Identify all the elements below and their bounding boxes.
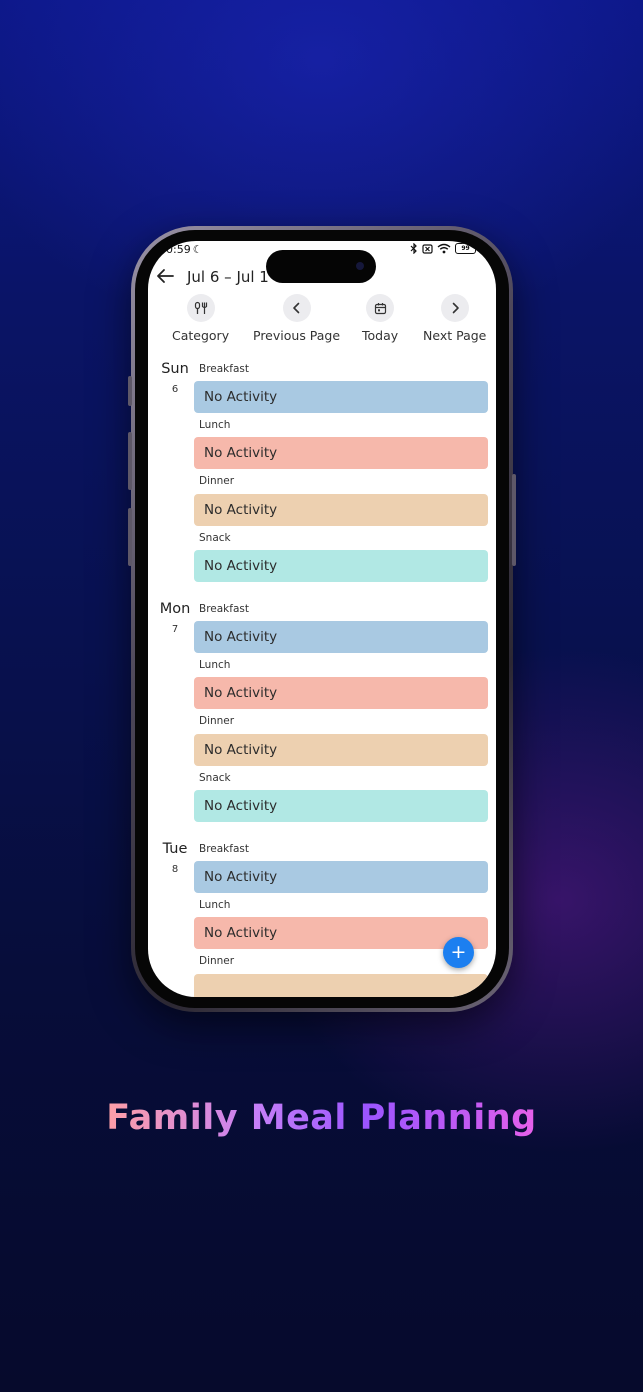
meal-card-dinner[interactable] bbox=[194, 974, 488, 997]
meal-label-snack: Snack bbox=[199, 772, 231, 784]
power-button bbox=[512, 474, 516, 566]
volume-down-button bbox=[128, 508, 132, 566]
bluetooth-icon bbox=[410, 243, 417, 254]
meal-card-snack[interactable]: No Activity bbox=[194, 550, 488, 582]
meal-card-dinner[interactable]: No Activity bbox=[194, 734, 488, 766]
back-arrow-icon[interactable] bbox=[156, 265, 174, 289]
status-icons: 99 bbox=[410, 243, 476, 254]
meal-card-lunch[interactable]: No Activity bbox=[194, 437, 488, 469]
meal-label-breakfast: Breakfast bbox=[199, 363, 249, 375]
camera-lens bbox=[356, 262, 364, 270]
action-button bbox=[128, 376, 132, 406]
meal-card-snack[interactable]: No Activity bbox=[194, 790, 488, 822]
dynamic-island bbox=[266, 250, 376, 283]
meal-card-dinner[interactable]: No Activity bbox=[194, 494, 488, 526]
meal-label-breakfast: Breakfast bbox=[199, 843, 249, 855]
marketing-caption: Family Meal Planning bbox=[0, 1098, 643, 1138]
today-button[interactable]: Today bbox=[362, 294, 398, 343]
meal-label-snack: Snack bbox=[199, 532, 231, 544]
meal-card-breakfast[interactable]: No Activity bbox=[194, 621, 488, 653]
previous-page-label: Previous Page bbox=[253, 328, 341, 343]
add-meal-button[interactable]: + bbox=[443, 937, 474, 968]
meal-label-dinner: Dinner bbox=[199, 475, 235, 487]
category-label: Category bbox=[172, 328, 230, 343]
meal-label-dinner: Dinner bbox=[199, 955, 235, 967]
category-button[interactable]: Category bbox=[172, 294, 229, 343]
today-label: Today bbox=[362, 328, 399, 343]
meal-label-lunch: Lunch bbox=[199, 659, 231, 671]
phone-frame: 0:59 ☾ 99 Jul 6 – Jul 1 Category Previou… bbox=[128, 226, 516, 1012]
day-name: Sun bbox=[161, 361, 189, 377]
meal-label-lunch: Lunch bbox=[199, 899, 231, 911]
no-sim-icon bbox=[422, 243, 433, 254]
volume-up-button bbox=[128, 432, 132, 490]
status-time: 0:59 ☾ bbox=[166, 243, 203, 256]
meal-card-breakfast[interactable]: No Activity bbox=[194, 381, 488, 413]
previous-page-button[interactable]: Previous Page bbox=[253, 294, 340, 343]
battery-level: 99 bbox=[461, 245, 470, 252]
next-page-label: Next Page bbox=[423, 328, 487, 343]
meal-label-lunch: Lunch bbox=[199, 419, 231, 431]
next-page-button[interactable]: Next Page bbox=[423, 294, 486, 343]
wifi-icon bbox=[437, 243, 451, 254]
day-name: Mon bbox=[159, 601, 191, 617]
caption-text: Family Meal Planning bbox=[106, 1098, 537, 1138]
chevron-left-icon bbox=[282, 294, 311, 322]
moon-icon: ☾ bbox=[192, 243, 203, 256]
calendar-icon bbox=[366, 294, 395, 322]
meal-card-lunch[interactable]: No Activity bbox=[194, 677, 488, 709]
meal-card-breakfast[interactable]: No Activity bbox=[194, 861, 488, 893]
status-time-text: 0:59 bbox=[166, 243, 191, 256]
meal-label-dinner: Dinner bbox=[199, 715, 235, 727]
chevron-right-icon bbox=[440, 294, 469, 322]
meal-label-breakfast: Breakfast bbox=[199, 603, 249, 615]
date-range-title: Jul 6 – Jul 1 bbox=[187, 268, 269, 286]
battery-icon: 99 bbox=[455, 243, 476, 254]
app-screen: 0:59 ☾ 99 Jul 6 – Jul 1 Category Previou… bbox=[148, 241, 496, 997]
day-name: Tue bbox=[162, 841, 188, 857]
utensils-icon bbox=[186, 294, 215, 322]
